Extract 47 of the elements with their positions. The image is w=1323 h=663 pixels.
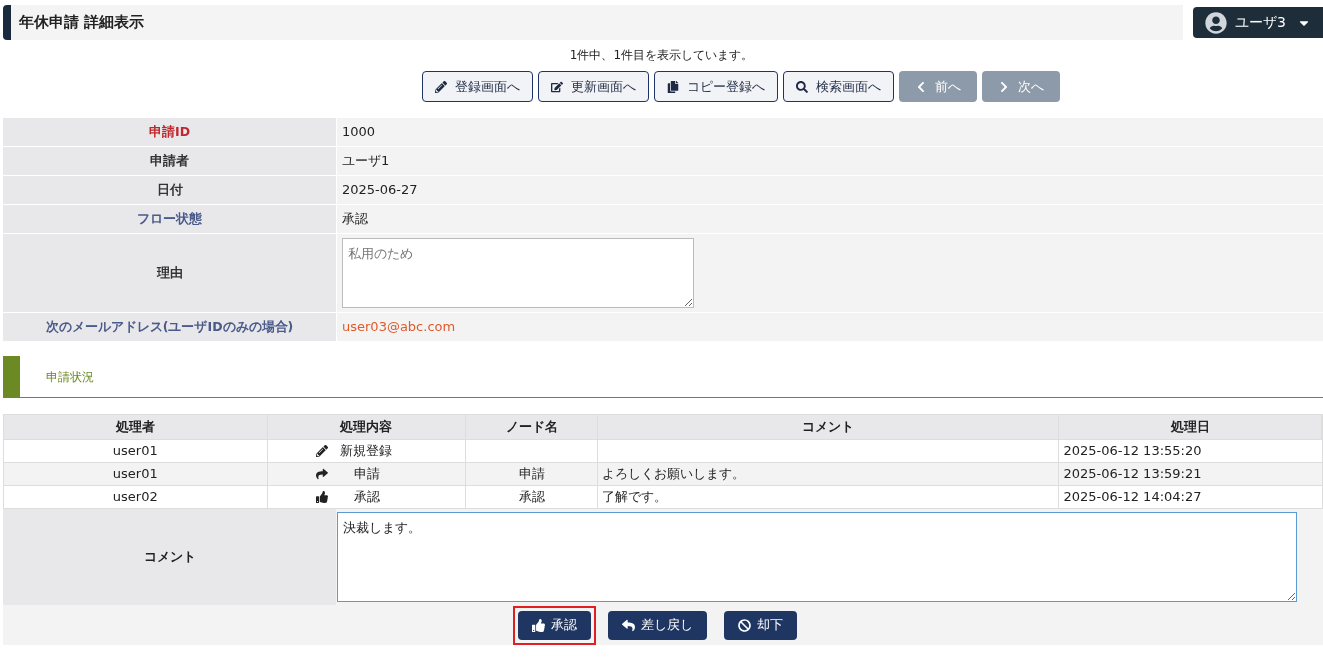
table-cell-text: 承認 <box>352 488 380 507</box>
nav-button[interactable]: 検索画面へ <box>782 71 894 102</box>
search-icon <box>795 80 808 93</box>
field-value: 承認 <box>342 210 368 229</box>
table-cell-text: 申請 <box>352 465 380 484</box>
nav-button[interactable]: コピー登録へ <box>653 71 778 102</box>
thumbs-up-icon <box>315 491 328 503</box>
field-label: 申請ID <box>149 122 190 141</box>
action-button[interactable]: 差し戻し <box>607 610 707 640</box>
avatar-icon <box>1205 11 1227 34</box>
edit-icon <box>550 80 563 93</box>
email-value: user03@abc.com <box>342 318 456 337</box>
field-value: 2025-06-27 <box>342 181 418 200</box>
field-value: 1000 <box>342 123 376 142</box>
table-cell-text: よろしくお願いします。 <box>602 465 746 484</box>
user-menu-button[interactable]: ユーザ3 <box>1193 7 1323 38</box>
table-cell-text: 承認 <box>518 488 545 507</box>
forward-arrow-icon <box>315 468 328 480</box>
ban-icon <box>737 618 751 632</box>
reply-arrow-icon <box>621 618 635 632</box>
nav-button[interactable]: 登録画面へ <box>421 71 533 102</box>
table-cell-text: 2025-06-12 13:59:21 <box>1062 465 1203 484</box>
comment-label: コメント <box>143 547 196 566</box>
field-label: 次のメールアドレス(ユーザIDのみの場合) <box>45 317 294 336</box>
page-title: 年休申請 詳細表示 <box>3 5 1183 40</box>
action-button[interactable]: 承認 <box>517 610 591 640</box>
table-cell-text: 了解です。 <box>602 488 668 507</box>
table-cell-text: 新規登録 <box>339 442 392 461</box>
field-label: 理由 <box>156 263 183 282</box>
reason-field[interactable]: 私用のため <box>342 238 694 308</box>
pencil-icon <box>315 445 328 457</box>
field-label: 申請者 <box>150 151 189 170</box>
table-cell: user02 <box>4 486 268 508</box>
pencil-icon <box>434 80 447 93</box>
copy-icon <box>666 80 679 93</box>
comment-field[interactable]: 決裁します。 <box>337 512 1297 602</box>
nav-button[interactable]: 更新画面へ <box>537 71 649 102</box>
table-cell-text: 申請 <box>518 465 545 484</box>
action-button[interactable]: 却下 <box>723 610 797 640</box>
table-cell-text: 2025-06-12 13:55:20 <box>1062 442 1203 461</box>
section-title: 申請状況 <box>46 368 94 386</box>
thumbs-up-icon <box>531 618 545 632</box>
table-cell-text: 2025-06-12 14:04:27 <box>1062 488 1203 507</box>
field-label: フロー状態 <box>137 209 202 228</box>
record-count: 1件中、1件目を表示しています。 <box>569 47 754 64</box>
field-label: 日付 <box>156 180 183 199</box>
field-value: ユーザ1 <box>342 152 390 171</box>
